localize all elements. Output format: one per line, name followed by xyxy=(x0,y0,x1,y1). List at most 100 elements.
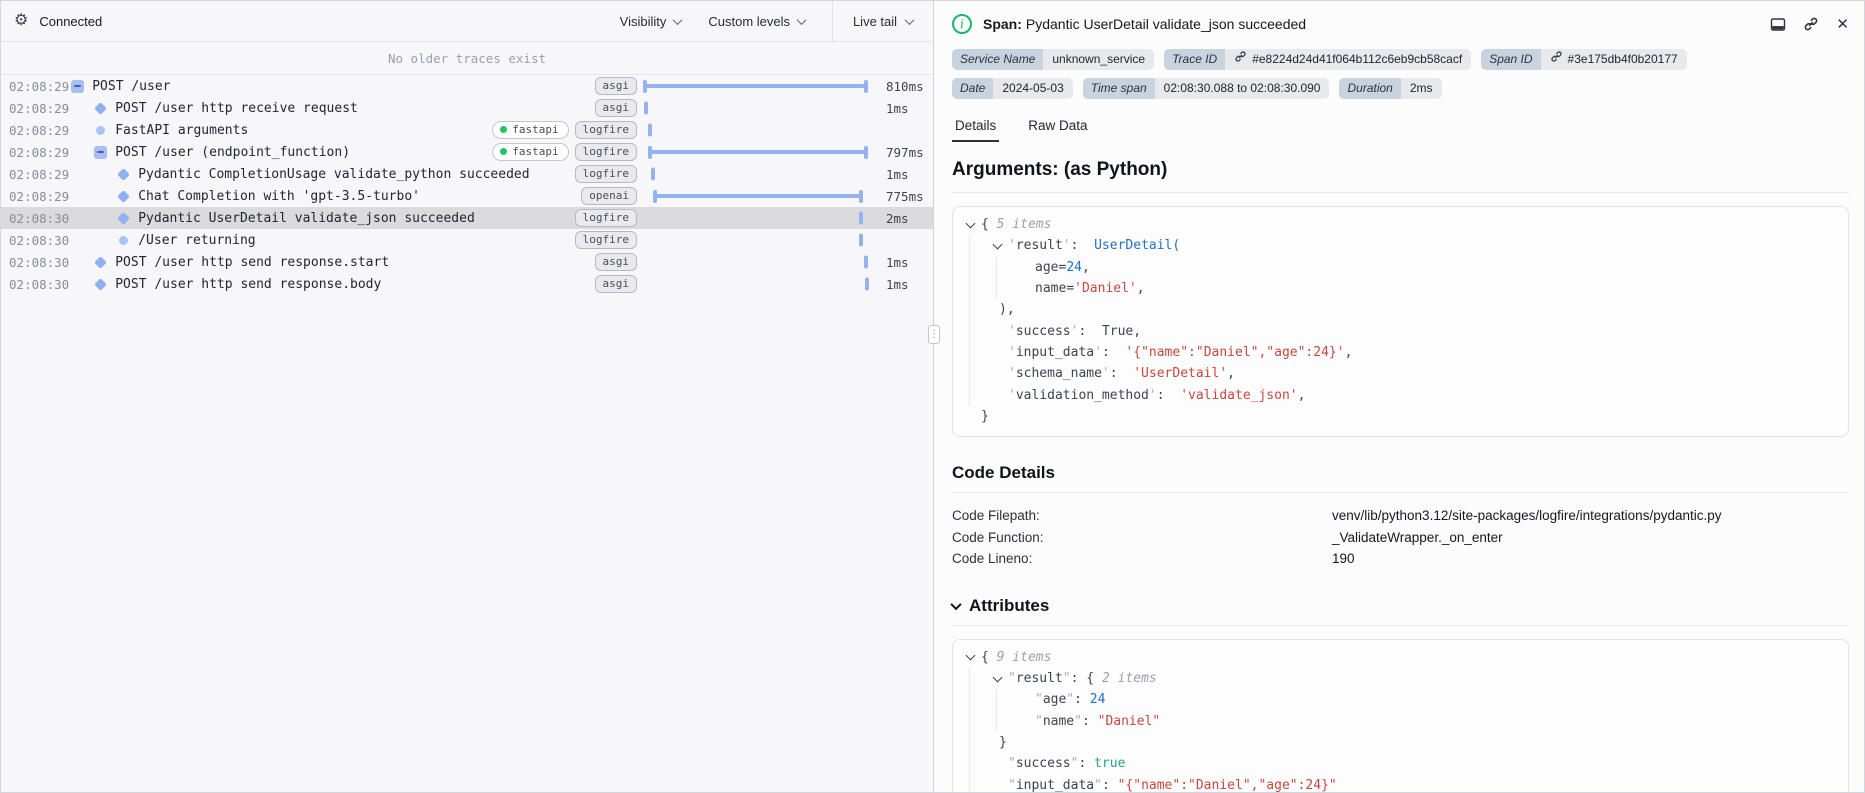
trace-row[interactable]: 02:08:29 Chat Completion with 'gpt-3.5-tu… xyxy=(1,185,933,207)
duration-bar xyxy=(864,277,869,291)
scope-badge: logfire xyxy=(574,164,637,184)
trace-row[interactable]: 02:08:29 POST /user (endpoint_function) fa… xyxy=(1,141,933,163)
info-icon: i xyxy=(952,14,972,34)
logfire-live-view: ⚙ Connected Visibility Custom levels Liv… xyxy=(0,0,1865,793)
trace-row[interactable]: 02:08:30 Pydantic UserDetail validate_jso… xyxy=(1,207,933,229)
live-tail-dropdown[interactable]: Live tail xyxy=(832,1,933,41)
custom-levels-dropdown[interactable]: Custom levels xyxy=(708,14,807,29)
copy-link-icon[interactable] xyxy=(1803,16,1819,32)
duration-label: 797ms xyxy=(886,144,924,160)
attributes-heading-text: Attributes xyxy=(969,595,1050,615)
duration-timeline xyxy=(644,185,872,207)
trace-row[interactable]: 02:08:30 POST /user http send response.st… xyxy=(1,251,933,273)
span-diamond-icon xyxy=(115,189,132,203)
chevron-down-icon xyxy=(672,14,683,25)
chevron-down-icon xyxy=(796,14,807,25)
dock-panel-icon[interactable] xyxy=(1770,17,1786,32)
trace-span-label: POST /user http send response.body xyxy=(115,276,382,292)
chip-label: Time span xyxy=(1082,78,1155,99)
code-line: } xyxy=(981,408,989,424)
trace-row[interactable]: 02:08:29 POST /user asgi 810ms xyxy=(1,75,933,97)
collapse-toggle-icon[interactable] xyxy=(69,79,86,93)
indent-guide xyxy=(996,710,1017,732)
green-dot-icon xyxy=(500,126,508,133)
chip-value: unknown_service xyxy=(1043,49,1155,70)
collapse-section-chevron-icon[interactable] xyxy=(950,598,962,610)
trace-timestamp: 02:08:30 xyxy=(9,276,70,292)
indent-guide xyxy=(969,731,990,754)
trace-timestamp: 02:08:29 xyxy=(9,144,70,160)
trace-badges: logfire xyxy=(574,163,637,185)
code-line: age = 24, xyxy=(963,256,1838,278)
chip-value: 02:08:30.088 to 02:08:30.090 xyxy=(1154,78,1330,99)
collapse-toggle-icon[interactable] xyxy=(92,145,109,159)
duration-label: 1ms xyxy=(886,100,909,116)
code-detail-row: Code Function: _ValidateWrapper._on_enter xyxy=(952,527,1849,549)
link-icon[interactable] xyxy=(1234,49,1247,70)
link-icon[interactable] xyxy=(1550,49,1563,70)
indent-guide xyxy=(969,384,990,406)
trace-row[interactable]: 02:08:29 FastAPI arguments fastapi logfire xyxy=(1,119,933,141)
log-dot-icon xyxy=(115,235,132,245)
trace-span-label: Pydantic CompletionUsage validate_python… xyxy=(138,166,530,182)
visibility-dropdown[interactable]: Visibility xyxy=(620,14,683,29)
metadata-chip: Date 2024-05-03 xyxy=(952,78,1073,99)
trace-badges: openai xyxy=(581,185,637,207)
trace-span-label: POST /user http send response.start xyxy=(115,254,390,270)
arguments-python-block: { 5 items ' result ': UserDetail(age = 24, nam… xyxy=(952,206,1849,437)
trace-row[interactable]: 02:08:29 Pydantic CompletionUsage validat… xyxy=(1,163,933,185)
duration-bar xyxy=(642,79,869,93)
indent-guide xyxy=(969,235,990,257)
duration-label: 1ms xyxy=(886,254,909,270)
chip-label: Date xyxy=(952,78,994,99)
metadata-chip: Service Name unknown_service xyxy=(952,49,1155,70)
settings-gear-icon[interactable]: ⚙ xyxy=(14,13,28,29)
collapse-chevron-icon[interactable] xyxy=(963,214,981,235)
trace-badges: asgi xyxy=(594,251,637,273)
duration-bar xyxy=(863,255,868,269)
scope-badge: asgi xyxy=(594,252,637,272)
scope-badge: asgi xyxy=(594,274,637,294)
trace-row[interactable]: 02:08:30/User returning logfire xyxy=(1,229,933,251)
trace-row[interactable]: 02:08:29 POST /user http receive request a… xyxy=(1,97,933,119)
collapse-chevron-icon[interactable] xyxy=(963,647,981,668)
chip-label: Span ID xyxy=(1481,49,1541,70)
panel-resize-handle[interactable]: ⋮ xyxy=(928,325,940,344)
code-line: { 9 items xyxy=(963,647,1838,668)
code-line: " success ": true xyxy=(963,753,1838,775)
duration-timeline xyxy=(644,207,872,229)
duration-label: 775ms xyxy=(886,188,924,204)
trace-panel-controls: Visibility Custom levels Live tail xyxy=(620,1,933,41)
collapse-chevron-icon[interactable] xyxy=(990,235,1008,256)
code-details-heading-text: Code Details xyxy=(952,462,1055,482)
trace-timestamp: 02:08:30 xyxy=(9,210,70,226)
tab-details[interactable]: Details xyxy=(952,114,1000,142)
duration-bar xyxy=(651,167,656,181)
code-line: ' success ': True, xyxy=(963,320,1838,342)
code-detail-value: venv/lib/python3.12/site-packages/logfir… xyxy=(1332,508,1722,524)
tab-raw-data[interactable]: Raw Data xyxy=(1025,114,1090,142)
metadata-chip: Time span 02:08:30.088 to 02:08:30.090 xyxy=(1082,78,1330,99)
trace-row[interactable]: 02:08:30 POST /user http send response.bo… xyxy=(1,273,933,295)
duration-label: 1ms xyxy=(886,166,909,182)
indent-guide xyxy=(996,689,1017,711)
close-icon[interactable]: ✕ xyxy=(1836,16,1849,32)
span-kind-label: Span: xyxy=(983,16,1022,32)
metadata-chip: Duration 2ms xyxy=(1339,78,1442,99)
trace-badges: asgi xyxy=(594,97,637,119)
code-line: ' result ': UserDetail( xyxy=(963,235,1838,257)
span-detail-header: i Span: Pydantic UserDetail validate_json… xyxy=(952,11,1849,37)
trace-badges: logfire xyxy=(574,229,637,251)
code-detail-row: Code Lineno: 190 xyxy=(952,548,1849,570)
duration-bar xyxy=(858,211,863,225)
code-line: " name ": "Daniel" xyxy=(963,710,1838,732)
code-line: } xyxy=(963,731,1838,754)
collapse-chevron-icon[interactable] xyxy=(990,668,1008,689)
duration-bar xyxy=(652,189,863,203)
indent-guide xyxy=(969,299,990,321)
span-title-text: Pydantic UserDetail validate_json succee… xyxy=(1025,16,1307,32)
chip-label: Service Name xyxy=(952,49,1044,70)
duration-label: 810ms xyxy=(886,78,924,94)
trace-span-label: /User returning xyxy=(138,232,256,248)
scope-badge: logfire xyxy=(574,142,637,162)
